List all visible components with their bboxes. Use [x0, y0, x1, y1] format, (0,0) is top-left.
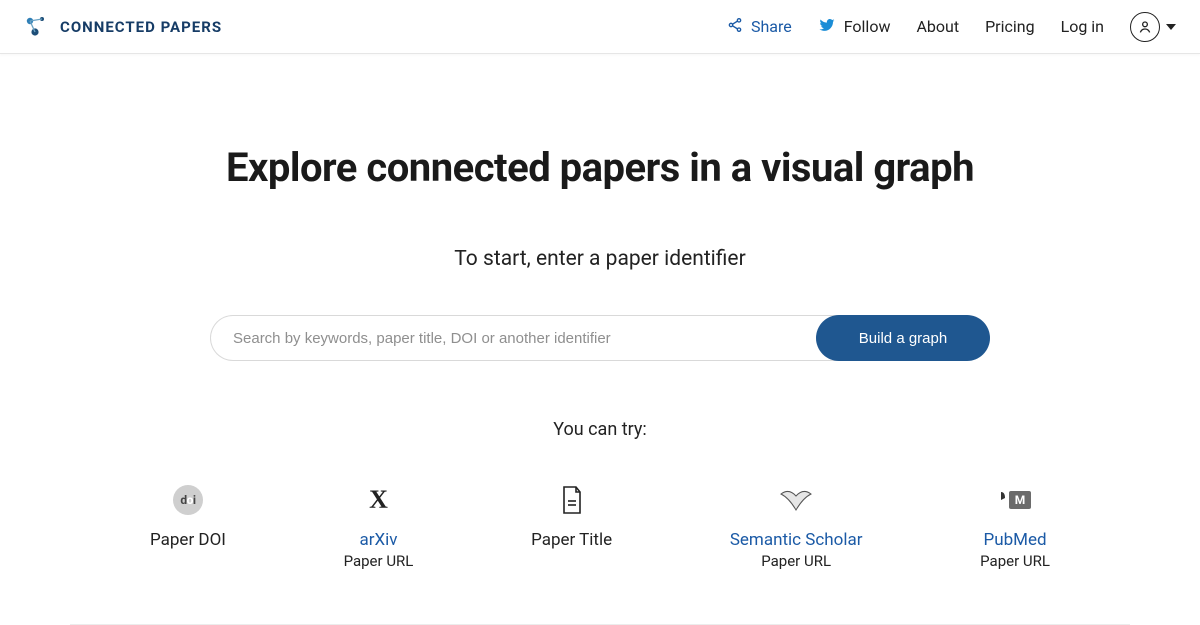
- try-row: doi Paper DOI Χ arXiv Paper URL Paper Ti…: [150, 484, 1050, 570]
- build-graph-button[interactable]: Build a graph: [816, 315, 990, 361]
- chevron-down-icon: [1166, 24, 1176, 30]
- try-item-label: PubMed: [984, 530, 1047, 550]
- try-item-sub: Paper URL: [761, 552, 831, 570]
- account-menu[interactable]: [1130, 12, 1176, 42]
- document-icon: [560, 484, 584, 516]
- pricing-label: Pricing: [985, 17, 1035, 36]
- brand[interactable]: CONNECTED PAPERS: [24, 14, 222, 40]
- pricing-link[interactable]: Pricing: [985, 17, 1035, 36]
- try-item-semantic-scholar[interactable]: Semantic Scholar Paper URL: [730, 484, 863, 570]
- login-label: Log in: [1061, 17, 1104, 36]
- try-item-sub: Paper URL: [980, 552, 1050, 570]
- page-title: Explore connected papers in a visual gra…: [226, 144, 974, 191]
- share-button[interactable]: Share: [727, 17, 792, 37]
- header: CONNECTED PAPERS Share Follow About: [0, 0, 1200, 54]
- doi-icon: doi: [173, 484, 203, 516]
- nav: Share Follow About Pricing Log in: [727, 12, 1176, 42]
- try-item-sub: Paper URL: [344, 552, 414, 570]
- try-label: You can try:: [553, 419, 647, 440]
- twitter-icon: [818, 16, 836, 38]
- try-item-pubmed[interactable]: M PubMed Paper URL: [980, 484, 1050, 570]
- search-input[interactable]: [210, 315, 840, 361]
- login-link[interactable]: Log in: [1061, 17, 1104, 36]
- follow-button[interactable]: Follow: [818, 16, 891, 38]
- brand-text: CONNECTED PAPERS: [60, 18, 222, 36]
- try-item-doi[interactable]: doi Paper DOI: [150, 484, 226, 570]
- try-item-label: Paper Title: [531, 530, 612, 550]
- arxiv-icon: Χ: [369, 484, 388, 516]
- pubmed-icon: M: [999, 484, 1031, 516]
- semantic-scholar-icon: [779, 484, 813, 516]
- hero: Explore connected papers in a visual gra…: [0, 54, 1200, 625]
- about-label: About: [916, 17, 959, 36]
- try-item-label: Semantic Scholar: [730, 530, 863, 550]
- connected-papers-logo-icon: [24, 14, 50, 40]
- follow-label: Follow: [844, 17, 891, 36]
- try-item-label: arXiv: [359, 530, 397, 550]
- try-item-title[interactable]: Paper Title: [531, 484, 612, 570]
- search-row: Build a graph: [210, 315, 990, 361]
- share-icon: [727, 17, 743, 37]
- user-icon: [1130, 12, 1160, 42]
- page-subtitle: To start, enter a paper identifier: [454, 247, 745, 271]
- about-link[interactable]: About: [916, 17, 959, 36]
- share-label: Share: [751, 17, 792, 36]
- try-item-label: Paper DOI: [150, 530, 226, 550]
- try-item-arxiv[interactable]: Χ arXiv Paper URL: [344, 484, 414, 570]
